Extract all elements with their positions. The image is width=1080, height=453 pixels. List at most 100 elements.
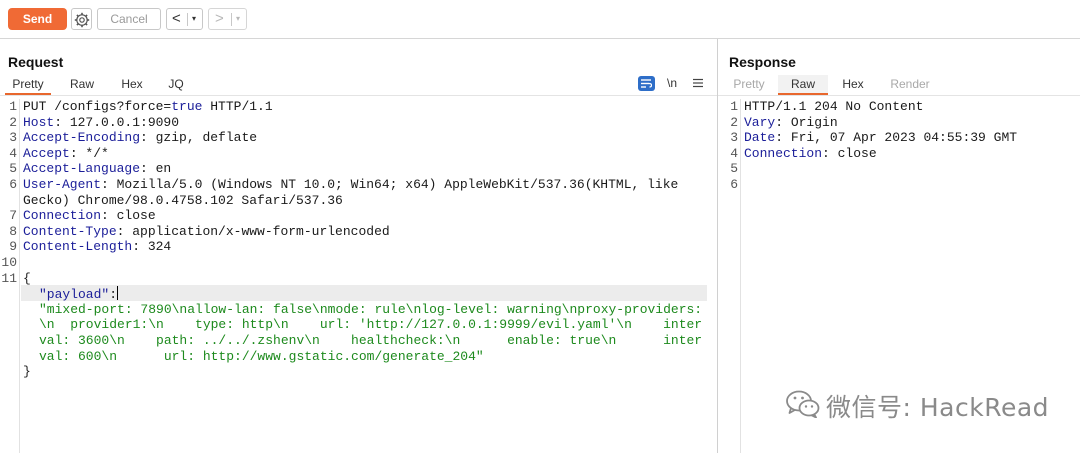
- line-number: 5: [730, 161, 738, 177]
- header-key: Vary: [744, 114, 776, 130]
- toolbar: Send Cancel < ▾ > ▾: [0, 0, 1080, 39]
- header-line: Content-Type: application/x-www-form-url…: [23, 224, 390, 240]
- chevron-right-icon: >: [215, 10, 224, 27]
- json-key: "payload": [39, 287, 110, 303]
- line-number: 2: [730, 114, 738, 130]
- tab-jq[interactable]: JQ: [160, 75, 192, 95]
- chevron-down-icon[interactable]: ▾: [192, 14, 196, 24]
- request-line-protocol: HTTP/1.1: [202, 99, 273, 114]
- header-line: Accept-Encoding: gzip, deflate: [23, 130, 257, 146]
- header-key: User-Agent: [23, 177, 102, 192]
- status-line-text: HTTP/1.1 204 No Content: [744, 99, 924, 114]
- header-value: : close: [822, 145, 877, 161]
- line-number: 4: [9, 145, 17, 161]
- line-number: 1: [9, 99, 17, 114]
- header-line: Accept: */*: [23, 146, 109, 162]
- request-line-param: true: [171, 99, 203, 114]
- header-key: Content-Type: [23, 223, 117, 239]
- wechat-icon: [786, 390, 820, 418]
- line-number: 11: [1, 270, 17, 286]
- header-value: : Fri, 07 Apr 2023 04:55:39 GMT: [775, 130, 1018, 146]
- header-line: Content-Length: 324: [23, 239, 171, 255]
- pretty-print-toggle[interactable]: [638, 76, 655, 91]
- header-value: : close: [101, 208, 156, 224]
- line-number: 9: [9, 239, 17, 255]
- tab-pretty[interactable]: Pretty: [5, 75, 51, 95]
- header-value: Gecko) Chrome/98.0.4758.102 Safari/537.3…: [23, 192, 343, 208]
- line-number: 1: [730, 99, 738, 114]
- json-key-line: "payload":: [39, 286, 119, 303]
- header-line: Date: Fri, 07 Apr 2023 04:55:39 GMT: [744, 130, 1017, 146]
- header-value: : 324: [132, 239, 172, 255]
- json-value: val: 600\n url: http://www.gstatic.com/g…: [39, 348, 484, 364]
- header-key: Date: [744, 130, 776, 146]
- tab-raw[interactable]: Raw: [62, 75, 102, 95]
- header-key: Accept: [23, 145, 70, 161]
- json-close-brace: }: [23, 364, 31, 380]
- text-caret: [117, 286, 119, 301]
- response-panel-title: Response: [729, 54, 796, 70]
- header-value: : en: [140, 161, 172, 177]
- header-key: Host: [23, 114, 55, 130]
- cancel-button[interactable]: Cancel: [97, 8, 161, 30]
- header-line: Connection: close: [744, 146, 877, 162]
- back-button[interactable]: < ▾: [166, 8, 203, 30]
- header-key: Content-Length: [23, 239, 133, 255]
- divider: [187, 13, 188, 26]
- header-value: : 127.0.0.1:9090: [54, 114, 180, 130]
- line-number: 3: [9, 130, 17, 146]
- menu-icon: [693, 78, 703, 88]
- line-number: 2: [9, 114, 17, 130]
- json-value: \n provider1:\n type: http\n url: 'http:…: [39, 317, 703, 333]
- response-tabs: Pretty Raw Hex Render: [718, 75, 1080, 95]
- line-number: 3: [730, 130, 738, 146]
- header-key: Connection: [744, 145, 823, 161]
- status-line: HTTP/1.1 204 No Content: [744, 99, 923, 115]
- watermark-text: 微信号: HackRead: [826, 393, 1050, 422]
- header-value: : application/x-www-form-urlencoded: [116, 223, 390, 239]
- request-line: PUT /configs?force=true HTTP/1.1: [23, 99, 273, 115]
- forward-button[interactable]: > ▾: [208, 8, 247, 30]
- menu-button[interactable]: [693, 77, 703, 91]
- tab-raw[interactable]: Raw: [778, 75, 828, 95]
- line-number: 10: [1, 255, 17, 270]
- send-button[interactable]: Send: [8, 8, 67, 30]
- request-editor[interactable]: 1 2 3 4 5 6 7 8 9 10 11 PUT /configs?for…: [0, 99, 717, 453]
- tab-render[interactable]: Render: [882, 75, 938, 95]
- header-value: : */*: [69, 145, 109, 161]
- divider: [231, 13, 232, 26]
- tab-hex[interactable]: Hex: [834, 75, 872, 95]
- gear-icon: [74, 12, 90, 28]
- line-number-gutter: 1 2 3 4 5 6 7 8 9 10 11: [0, 99, 17, 302]
- header-line: Accept-Language: en: [23, 161, 171, 177]
- settings-button[interactable]: [71, 8, 92, 30]
- header-value: : Mozilla/5.0 (Windows NT 10.0; Win64; x…: [101, 177, 679, 192]
- header-line: User-Agent: Mozilla/5.0 (Windows NT 10.0…: [23, 177, 678, 193]
- chevron-down-icon[interactable]: ▾: [236, 14, 240, 24]
- line-number: 8: [9, 223, 17, 239]
- request-line-text: PUT /configs?force=: [23, 99, 172, 114]
- header-line-wrap: Gecko) Chrome/98.0.4758.102 Safari/537.3…: [23, 193, 343, 209]
- line-number: 6: [730, 177, 738, 192]
- pretty-print-icon: [641, 79, 652, 88]
- header-value: : gzip, deflate: [140, 130, 258, 146]
- chevron-left-icon: <: [172, 10, 181, 27]
- header-line: Host: 127.0.0.1:9090: [23, 115, 179, 131]
- json-colon: :: [109, 287, 118, 303]
- json-value: val: 3600\n path: ../../.zshenv\n health…: [39, 333, 703, 348]
- current-line-highlight: [21, 285, 707, 301]
- tab-hex[interactable]: Hex: [113, 75, 151, 95]
- header-key: Connection: [23, 208, 102, 224]
- tab-pretty[interactable]: Pretty: [726, 75, 772, 95]
- line-number: 6: [9, 177, 17, 192]
- header-key: Accept-Language: [23, 161, 141, 177]
- request-panel-title: Request: [8, 54, 64, 70]
- json-value: "mixed-port: 7890\nallow-lan: false\nmod…: [39, 301, 703, 317]
- header-key: Accept-Encoding: [23, 130, 141, 146]
- line-number: 7: [9, 208, 17, 224]
- json-open-brace: {: [23, 270, 31, 286]
- line-number: 5: [9, 161, 17, 177]
- tabs-divider: [0, 95, 717, 96]
- newline-toggle[interactable]: \n: [667, 76, 677, 90]
- tabs-divider: [718, 95, 1080, 96]
